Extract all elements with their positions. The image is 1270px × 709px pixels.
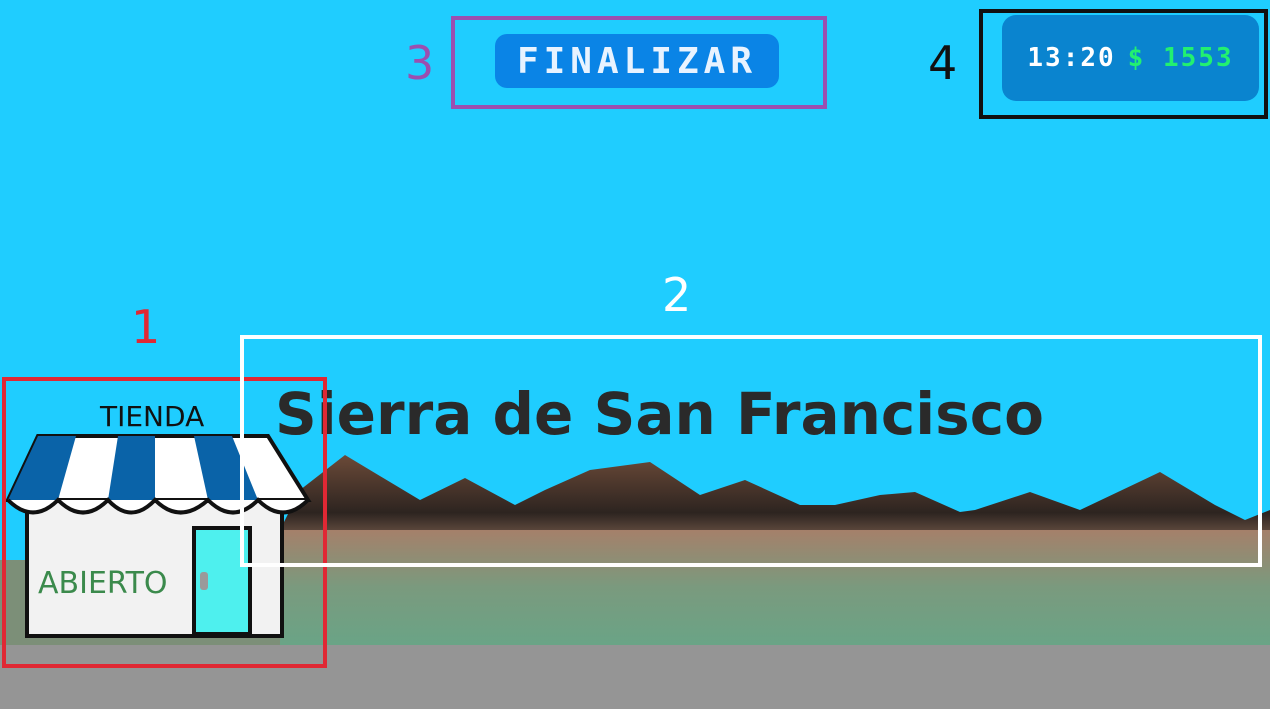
hud-panel: 13:20 $ 1553 [1002,15,1259,101]
money-amount: 1553 [1162,43,1234,73]
location-region-box [240,335,1262,567]
clock-display: 13:20 [1027,43,1116,73]
currency-symbol: $ [1127,43,1146,73]
money-display: $ 1553 [1128,43,1234,73]
marker-finish: 3 [405,36,435,90]
marker-location: 2 [662,268,692,322]
marker-hud: 4 [928,36,958,90]
game-scene: TIENDA ABIERTO Sierra de San Francisco F… [0,0,1270,709]
hud-region-box: 13:20 $ 1553 [979,9,1268,119]
marker-shop: 1 [131,300,161,354]
finish-region-box: FINALIZAR [451,16,827,109]
finalizar-button[interactable]: FINALIZAR [495,34,779,88]
